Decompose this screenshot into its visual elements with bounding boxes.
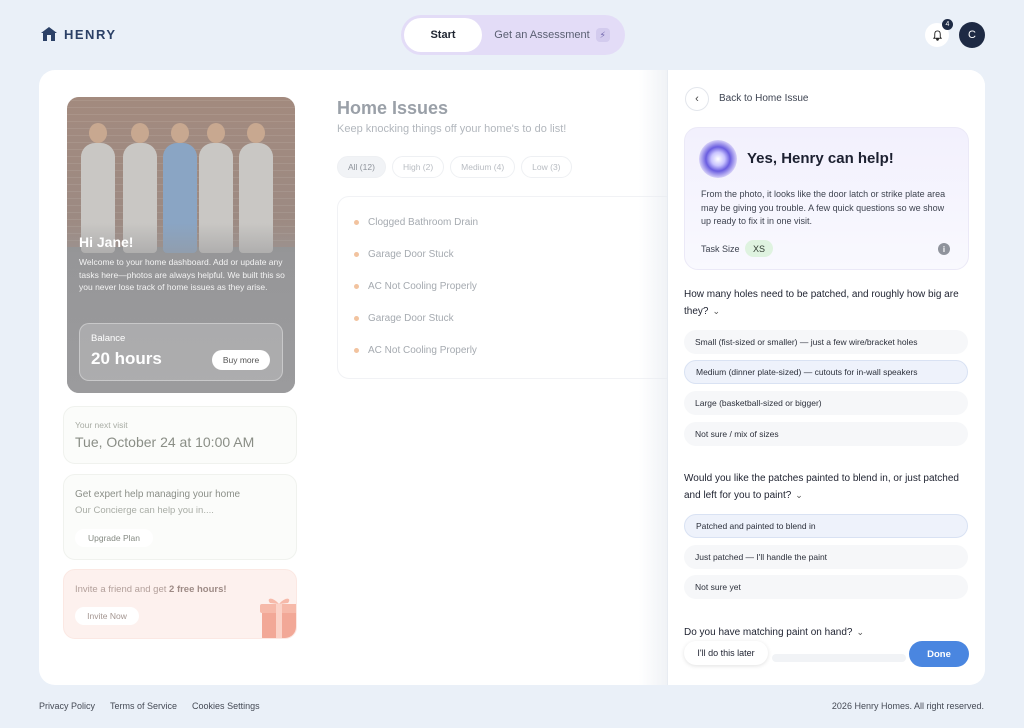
bell-icon: [932, 29, 942, 41]
house-icon: [41, 27, 57, 41]
balance-value: 20 hours: [91, 349, 162, 368]
concierge-text: Our Concierge can help you in....: [75, 505, 214, 516]
balance-label: Balance: [91, 333, 126, 344]
issue-filters: All (12) High (2) Medium (4) Low (3): [337, 156, 572, 178]
invite-text: Invite a friend and get 2 free hours!: [75, 584, 227, 595]
priority-dot: [354, 348, 359, 353]
chevron-down-icon: ⌄: [856, 627, 864, 637]
filter-high[interactable]: High (2): [391, 156, 445, 178]
done-button[interactable]: Done: [909, 641, 969, 667]
priority-dot: [354, 252, 359, 257]
invite-now-button[interactable]: Invite Now: [75, 607, 139, 625]
do-this-later-button[interactable]: I'll do this later: [684, 641, 768, 665]
privacy-policy-link[interactable]: Privacy Policy: [39, 701, 95, 711]
concierge-title: Get expert help managing your home: [75, 489, 241, 500]
copyright: 2026 Henry Homes. All right reserved.: [831, 701, 984, 711]
question-matching-paint[interactable]: Do you have matching paint on hand? ⌄: [684, 624, 969, 641]
option-just-patched[interactable]: Just patched — I'll handle the paint: [684, 545, 968, 569]
help-text: From the photo, it looks like the door l…: [701, 189, 946, 226]
question-hole-count[interactable]: How many holes need to be patched, and r…: [684, 286, 969, 320]
option-patched-and-painted[interactable]: Patched and painted to blend in: [684, 514, 968, 538]
progress-track: [772, 654, 906, 662]
terms-of-service-link[interactable]: Terms of Service: [110, 701, 177, 711]
chevron-down-icon: ⌄: [712, 306, 721, 316]
help-title: Yes, Henry can help!: [747, 150, 894, 167]
user-avatar[interactable]: C: [959, 22, 985, 48]
gift-icon: [260, 598, 296, 638]
filter-medium[interactable]: Medium (4): [450, 156, 516, 178]
balance-box: Balance 20 hours Buy more: [79, 323, 283, 381]
top-nav-tabs: Start Get an Assessment ⚡: [401, 15, 625, 55]
footer-links: Privacy Policy Terms of Service Cookies …: [39, 701, 260, 711]
task-size-badge: XS: [745, 240, 773, 257]
henry-ai-orb-icon: [699, 140, 737, 178]
cookies-settings-link[interactable]: Cookies Settings: [192, 701, 260, 711]
issues-list: Clogged Bathroom Drain Garage Door Stuck…: [337, 196, 677, 379]
dashboard-card: Hi Jane! Welcome to your home dashboard.…: [39, 70, 985, 685]
tab-get-assessment[interactable]: Get an Assessment ⚡: [482, 28, 622, 42]
task-size-label: Task Size: [701, 244, 740, 254]
notification-count-badge: 4: [942, 19, 953, 30]
buy-more-button[interactable]: Buy more: [212, 350, 270, 370]
back-button[interactable]: ‹: [685, 87, 709, 111]
next-visit-value: Tue, October 24 at 10:00 AM: [75, 434, 255, 450]
assessment-panel: ‹ Back to Home Issue Yes, Henry can help…: [667, 70, 985, 685]
help-card: Yes, Henry can help! From the photo, it …: [684, 127, 969, 270]
list-item[interactable]: Garage Door Stuck: [354, 249, 454, 260]
chevron-left-icon: ‹: [695, 93, 699, 105]
next-visit-label: Your next visit: [75, 420, 128, 430]
option-medium-holes[interactable]: Medium (dinner plate-sized) — cutouts fo…: [684, 360, 968, 384]
tab-start[interactable]: Start: [404, 18, 482, 52]
list-item[interactable]: Clogged Bathroom Drain: [354, 217, 478, 228]
option-not-sure-paint[interactable]: Not sure yet: [684, 575, 968, 599]
invite-card: Invite a friend and get 2 free hours! In…: [63, 569, 297, 639]
option-large-holes[interactable]: Large (basketball-sized or bigger): [684, 391, 968, 415]
filter-all[interactable]: All (12): [337, 156, 386, 178]
chevron-down-icon: ⌄: [795, 490, 803, 500]
bolt-icon: ⚡: [595, 28, 610, 42]
priority-dot: [354, 316, 359, 321]
back-to-home-issue-link[interactable]: Back to Home Issue: [719, 93, 808, 104]
option-not-sure-size[interactable]: Not sure / mix of sizes: [684, 422, 968, 446]
option-small-holes[interactable]: Small (fist-sized or smaller) — just a f…: [684, 330, 968, 354]
tab-get-assessment-label: Get an Assessment: [494, 29, 590, 41]
brand-name: HENRY: [64, 26, 117, 42]
filter-low[interactable]: Low (3): [521, 156, 572, 178]
question-paint-patches[interactable]: Would you like the patches painted to bl…: [684, 470, 969, 504]
info-icon[interactable]: i: [938, 243, 950, 255]
priority-dot: [354, 284, 359, 289]
welcome-hero: Hi Jane! Welcome to your home dashboard.…: [67, 97, 295, 393]
home-issues-subtitle: Keep knocking things off your home's to …: [337, 123, 567, 135]
priority-dot: [354, 220, 359, 225]
henry-logo[interactable]: HENRY: [40, 26, 117, 42]
panel-shadow: [639, 70, 667, 685]
home-issues-title: Home Issues: [337, 98, 449, 118]
concierge-card: Get expert help managing your home Our C…: [63, 474, 297, 560]
hero-greeting: Hi Jane!: [79, 234, 134, 250]
invite-bonus: 2 free hours!: [169, 584, 227, 595]
list-item[interactable]: AC Not Cooling Properly: [354, 345, 477, 356]
list-item[interactable]: AC Not Cooling Properly: [354, 281, 477, 292]
next-visit-card[interactable]: Your next visit Tue, October 24 at 10:00…: [63, 406, 297, 464]
list-item[interactable]: Garage Door Stuck: [354, 313, 454, 324]
upgrade-plan-button[interactable]: Upgrade Plan: [75, 529, 153, 547]
hero-message: Welcome to your home dashboard. Add or u…: [79, 257, 285, 292]
